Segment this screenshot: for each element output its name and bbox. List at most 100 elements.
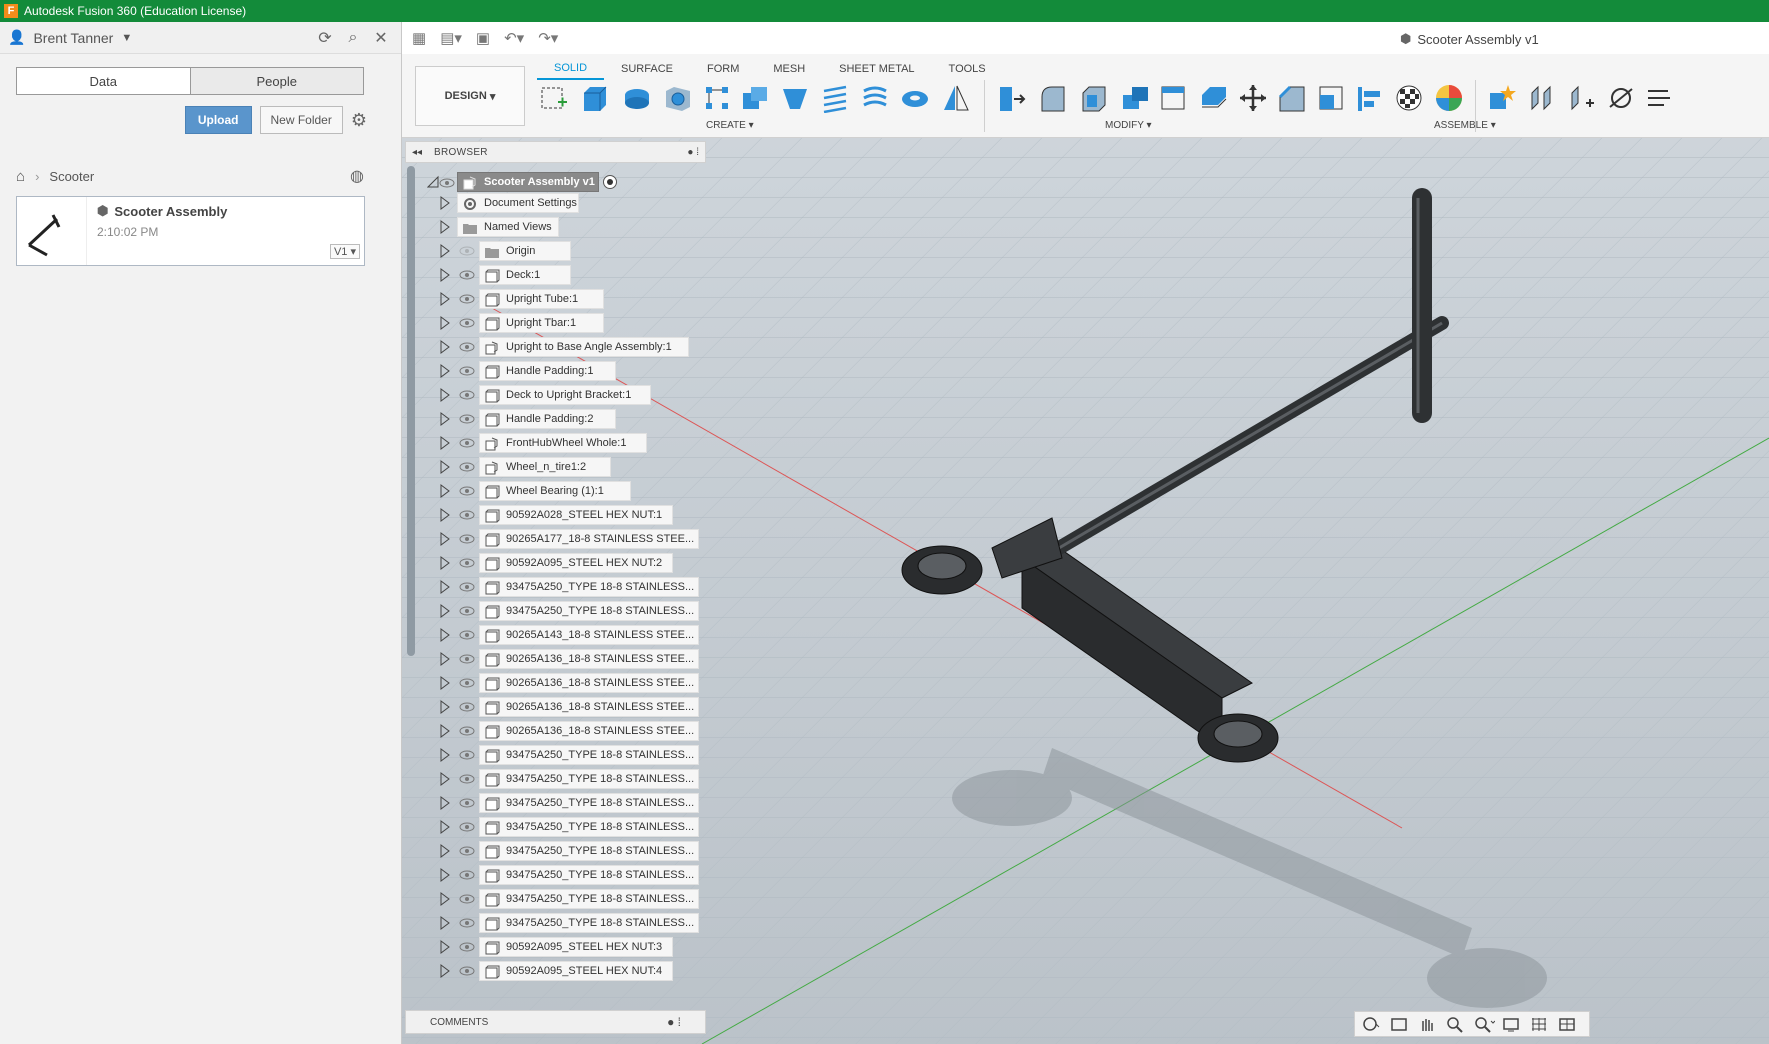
expand-arrow-icon[interactable] [439,676,451,690]
browser-node[interactable]: Handle Padding:2 [479,409,616,429]
combine-bodies-icon[interactable] [1118,81,1152,115]
visibility-toggle[interactable] [459,917,475,929]
browser-node[interactable]: 93475A250_TYPE 18-8 STAINLESS... [479,577,699,597]
eye-icon[interactable] [459,581,475,593]
visibility-toggle[interactable] [459,845,475,857]
rectangular-pattern-icon[interactable] [700,81,734,115]
visibility-toggle[interactable] [459,365,475,377]
create-group-label[interactable]: CREATE ▾ [706,120,754,131]
visibility-toggle[interactable] [459,317,475,329]
expand-arrow-icon[interactable] [439,532,451,546]
expand-arrow-icon[interactable] [439,268,451,282]
grid-settings-icon[interactable] [1529,1015,1551,1033]
fillet-icon[interactable] [1036,81,1070,115]
expand-arrow-icon[interactable] [439,628,451,642]
visibility-toggle[interactable] [459,725,475,737]
expand-arrow-icon[interactable] [439,412,451,426]
expand-arrow-icon[interactable] [439,436,451,450]
motion-link-icon[interactable] [1604,81,1638,115]
refresh-icon[interactable]: ⟳ [313,28,337,48]
hole-icon[interactable] [660,81,694,115]
expand-arrow-icon[interactable] [439,460,451,474]
eye-icon[interactable] [459,533,475,545]
expand-arrow-icon[interactable] [439,436,451,450]
eye-icon[interactable] [459,413,475,425]
expand-arrow-icon[interactable] [439,868,451,882]
expand-arrow-icon[interactable] [439,796,451,810]
expand-arrow-icon[interactable] [439,820,451,834]
eye-icon[interactable] [459,725,475,737]
eye-icon[interactable] [459,941,475,953]
expand-arrow-icon[interactable] [439,364,451,378]
breadcrumb-project[interactable]: Scooter [49,169,94,184]
browser-node[interactable]: 93475A250_TYPE 18-8 STAINLESS... [479,601,699,621]
visibility-toggle[interactable] [459,389,475,401]
expand-arrow-icon[interactable] [439,508,451,522]
mirror-icon[interactable] [938,81,972,115]
eye-icon[interactable] [459,629,475,641]
visibility-toggle[interactable] [459,749,475,761]
expand-arrow-icon[interactable] [439,892,451,906]
joint-icon[interactable] [1524,81,1558,115]
visibility-toggle[interactable] [459,581,475,593]
browser-node[interactable]: 93475A250_TYPE 18-8 STAINLESS... [479,889,699,909]
eye-icon[interactable] [459,653,475,665]
expand-arrow-icon[interactable] [439,652,451,666]
browser-node[interactable]: 93475A250_TYPE 18-8 STAINLESS... [479,769,699,789]
expand-arrow-icon[interactable] [439,316,451,330]
split-body-icon[interactable] [1196,81,1230,115]
expand-arrow-icon[interactable] [439,460,451,474]
browser-node[interactable]: 90592A095_STEEL HEX NUT:4 [479,961,673,981]
viewports-icon[interactable] [1557,1015,1579,1033]
eye-icon[interactable] [459,485,475,497]
chamfer-icon[interactable] [1274,81,1308,115]
visibility-toggle[interactable] [459,293,475,305]
browser-node[interactable]: Deck:1 [479,265,571,285]
expand-arrow-icon[interactable] [439,412,451,426]
expand-arrow-icon[interactable] [439,604,451,618]
visibility-toggle[interactable] [459,245,475,257]
browser-node[interactable]: 93475A250_TYPE 18-8 STAINLESS... [479,841,699,861]
visibility-toggle[interactable] [459,461,475,473]
browser-node[interactable]: FrontHubWheel Whole:1 [479,433,647,453]
pan-icon[interactable] [1417,1015,1439,1033]
browser-node[interactable]: 90592A095_STEEL HEX NUT:2 [479,553,673,573]
visibility-toggle[interactable] [459,821,475,833]
tab-data[interactable]: Data [17,68,190,94]
tab-tools[interactable]: TOOLS [932,58,1003,80]
eye-icon[interactable] [459,245,475,257]
browser-scrollbar[interactable] [407,166,415,656]
expand-arrow-icon[interactable] [439,700,451,714]
expand-arrow-icon[interactable] [439,916,451,930]
eye-icon[interactable] [459,437,475,449]
expand-arrow-icon[interactable] [439,580,451,594]
tab-form[interactable]: FORM [690,58,756,80]
eye-icon[interactable] [459,269,475,281]
expand-arrow-icon[interactable] [439,700,451,714]
new-sketch-icon[interactable] [537,81,571,115]
visibility-toggle[interactable] [459,437,475,449]
expand-arrow-icon[interactable] [439,820,451,834]
visibility-toggle[interactable] [459,965,475,977]
browser-options-icon[interactable]: ● ⁞ [687,147,699,158]
browser-node[interactable]: Upright to Base Angle Assembly:1 [479,337,689,357]
assemble-group-label[interactable]: ASSEMBLE ▾ [1434,120,1496,131]
appearance-icon[interactable] [1392,81,1426,115]
eye-icon[interactable] [459,509,475,521]
expand-arrow-icon[interactable] [439,484,451,498]
visibility-toggle[interactable] [459,797,475,809]
combine-icon[interactable] [738,81,772,115]
eye-icon[interactable] [459,365,475,377]
browser-node[interactable]: 90592A095_STEEL HEX NUT:3 [479,937,673,957]
expand-arrow-icon[interactable] [439,220,451,234]
expand-arrow-icon[interactable] [439,844,451,858]
expand-arrow-icon[interactable] [439,964,451,978]
eye-icon[interactable] [459,293,475,305]
expand-arrow-icon[interactable] [439,772,451,786]
shell-icon[interactable] [1077,81,1111,115]
visibility-toggle[interactable] [459,629,475,641]
browser-node[interactable]: 93475A250_TYPE 18-8 STAINLESS... [479,793,699,813]
expand-arrow-icon[interactable] [439,772,451,786]
search-icon[interactable]: ⌕ [341,29,365,47]
browser-root-node[interactable]: Scooter Assembly v1 [457,172,599,192]
